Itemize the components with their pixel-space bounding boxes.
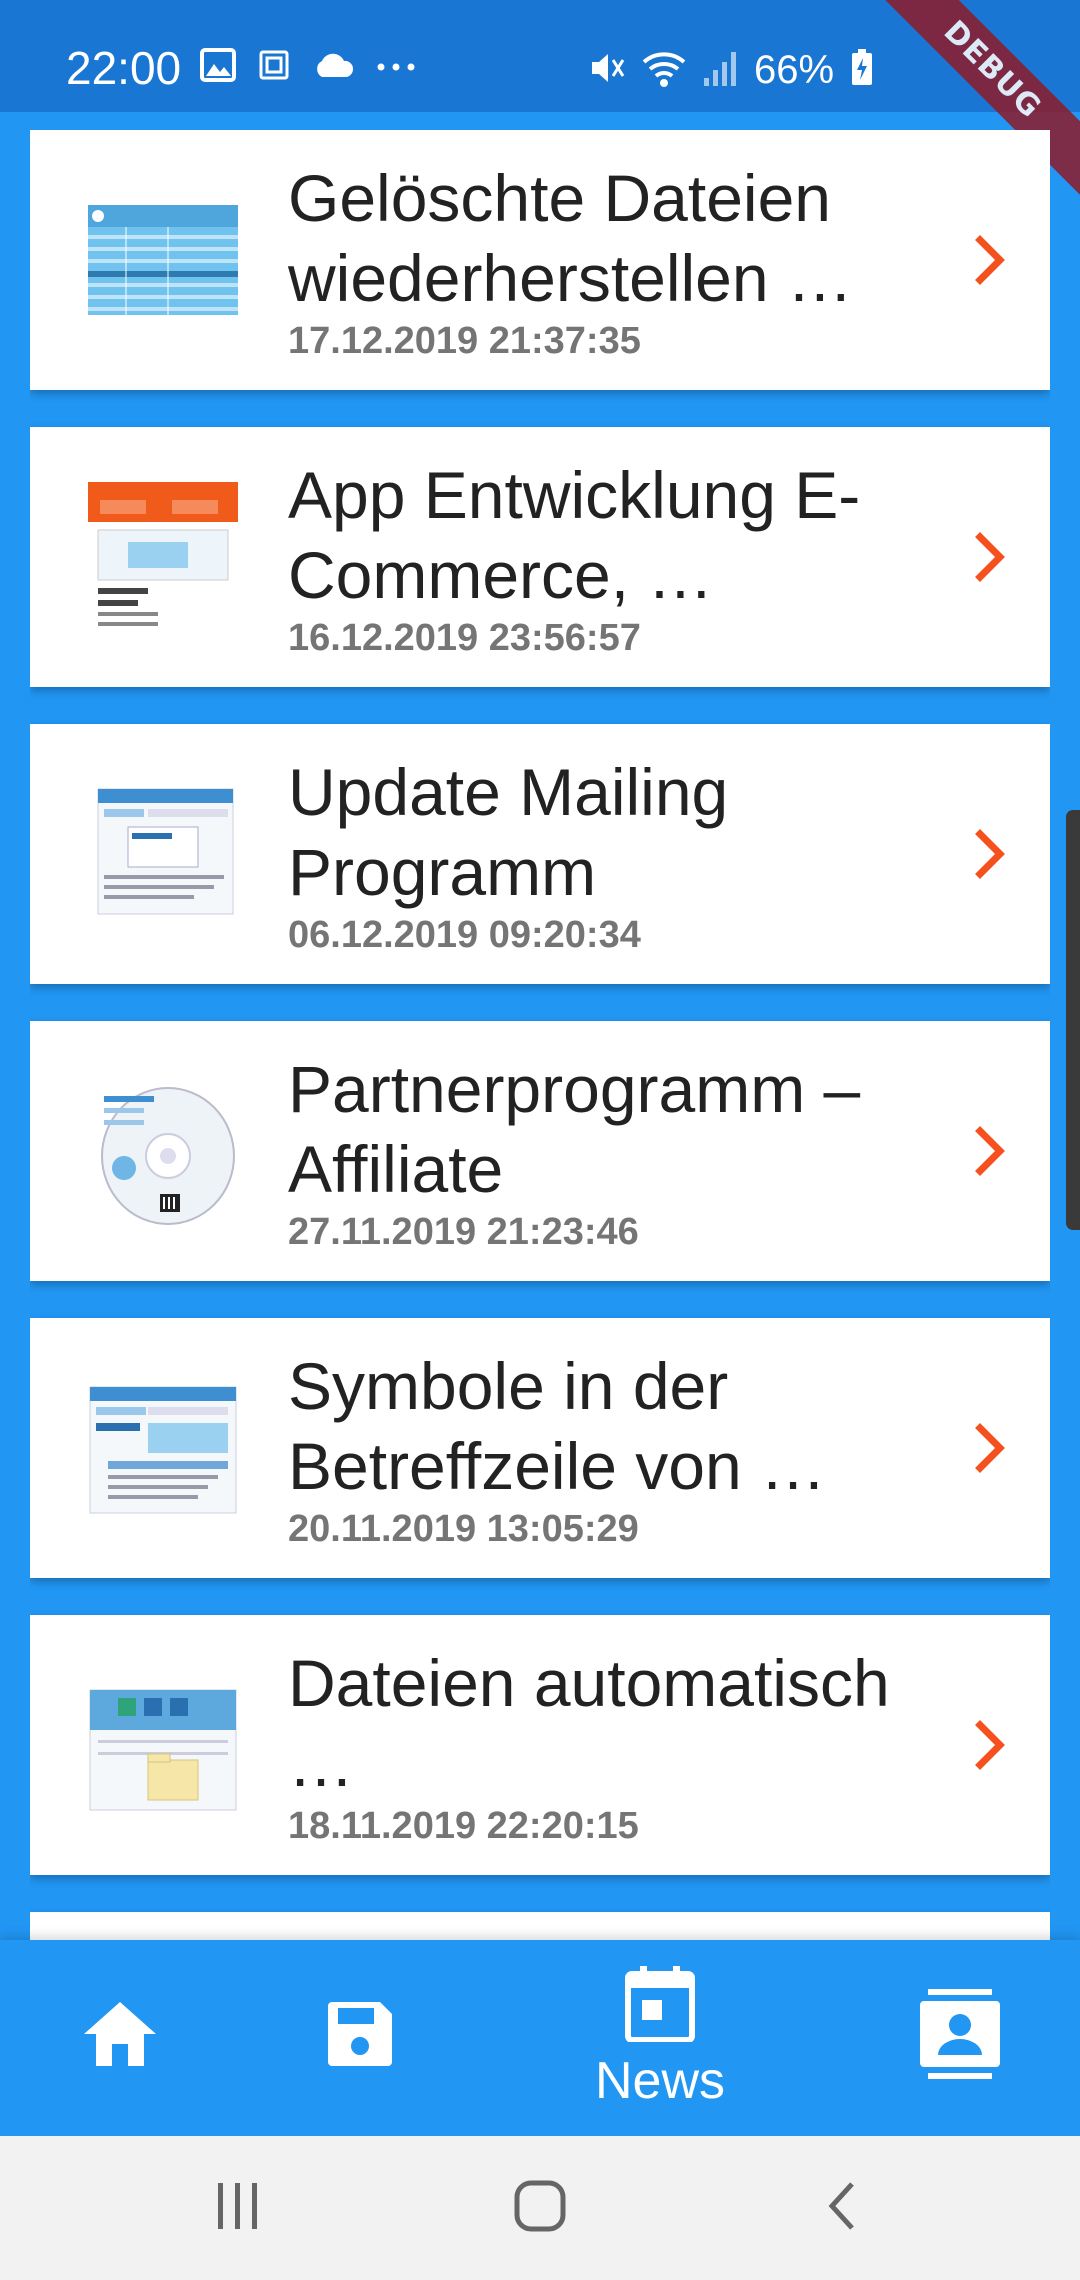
- news-thumbnail: [88, 1076, 238, 1226]
- chevron-right-icon[interactable]: [966, 1715, 1014, 1775]
- status-time: 22:00: [66, 42, 182, 94]
- news-title: Symbole in der Betreffzeile von …: [288, 1349, 827, 1503]
- news-thumbnail: [88, 185, 238, 335]
- news-item[interactable]: Partnerprogramm – Affiliate 27.11.2019 2…: [30, 1021, 1050, 1281]
- recents-icon: [214, 2181, 262, 2236]
- news-thumbnail: [88, 482, 238, 632]
- news-list[interactable]: Gelöschte Dateien wiederherstellen … 17.…: [30, 130, 1050, 1940]
- news-thumbnail: [88, 779, 238, 929]
- news-title: Update Mailing Programm: [288, 755, 729, 909]
- bottom-nav: News: [0, 1940, 1080, 2136]
- system-nav: [0, 2136, 1080, 2280]
- news-title: App Entwicklung E-Commerce, …: [288, 458, 861, 612]
- news-item[interactable]: App Entwicklung E-Commerce, … 16.12.2019…: [30, 427, 1050, 687]
- news-date: 06.12.2019 09:20:34: [288, 914, 641, 956]
- chevron-right-icon[interactable]: [966, 824, 1014, 884]
- news-date: 16.12.2019 23:56:57: [288, 617, 641, 659]
- sim-card-icon: [258, 49, 290, 86]
- recents-button[interactable]: [198, 2176, 278, 2240]
- news-item-partial[interactable]: [30, 1912, 1050, 1940]
- status-bar: 22:00 66% DEBUG: [0, 0, 1080, 195]
- nav-item-contacts[interactable]: [900, 1940, 1020, 2136]
- contact-icon: [920, 1988, 1000, 2084]
- news-item[interactable]: Symbole in der Betreffzeile von … 20.11.…: [30, 1318, 1050, 1578]
- home-circle-icon: [514, 2180, 566, 2237]
- back-icon: [822, 2180, 862, 2237]
- nav-item-news[interactable]: News: [560, 1940, 760, 2136]
- more-dots-icon: [376, 59, 416, 77]
- news-title: Dateien automatisch …: [288, 1646, 890, 1800]
- nav-label-news: News: [594, 2051, 726, 2110]
- chevron-right-icon[interactable]: [966, 1418, 1014, 1478]
- status-right-icons: 66%: [586, 44, 874, 96]
- news-thumbnail: [88, 1670, 238, 1820]
- home-icon: [80, 1998, 160, 2075]
- back-button[interactable]: [802, 2176, 882, 2240]
- news-thumbnail: [88, 1373, 238, 1523]
- status-left-icons: [200, 48, 416, 87]
- news-date: 27.11.2019 21:23:46: [288, 1211, 639, 1253]
- chevron-right-icon[interactable]: [966, 527, 1014, 587]
- news-title: Gelöschte Dateien wiederherstellen …: [288, 161, 853, 315]
- news-item[interactable]: Update Mailing Programm 06.12.2019 09:20…: [30, 724, 1050, 984]
- save-icon: [324, 1998, 396, 2075]
- battery-percent: 66%: [754, 48, 835, 92]
- scroll-handle[interactable]: [1066, 810, 1080, 1230]
- nav-item-home[interactable]: [60, 1940, 180, 2136]
- image-icon: [200, 48, 236, 87]
- wifi-icon: [642, 48, 686, 93]
- chevron-right-icon[interactable]: [966, 230, 1014, 290]
- signal-icon: [702, 48, 738, 93]
- battery-charging-icon: [850, 48, 874, 92]
- mute-icon: [586, 48, 626, 93]
- news-item[interactable]: Gelöschte Dateien wiederherstellen … 17.…: [30, 130, 1050, 390]
- news-title: Partnerprogramm – Affiliate: [288, 1052, 861, 1206]
- news-item[interactable]: Dateien automatisch … 18.11.2019 22:20:1…: [30, 1615, 1050, 1875]
- news-date: 20.11.2019 13:05:29: [288, 1508, 639, 1550]
- cloud-icon: [312, 51, 354, 84]
- news-date: 17.12.2019 21:37:35: [288, 320, 641, 362]
- news-date: 18.11.2019 22:20:15: [288, 1805, 639, 1847]
- nav-item-save[interactable]: [300, 1940, 420, 2136]
- chevron-right-icon[interactable]: [966, 1121, 1014, 1181]
- calendar-icon: [624, 1965, 696, 2047]
- home-system-button[interactable]: [500, 2176, 580, 2240]
